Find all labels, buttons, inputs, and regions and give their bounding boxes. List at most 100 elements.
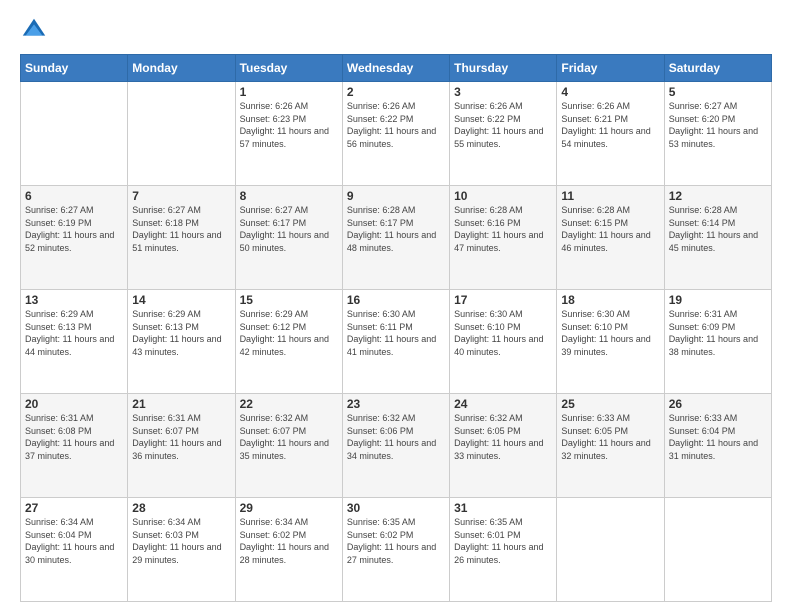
day-number: 5 xyxy=(669,85,767,99)
day-of-week-header: Saturday xyxy=(664,55,771,82)
calendar-week-row: 1Sunrise: 6:26 AMSunset: 6:23 PMDaylight… xyxy=(21,82,772,186)
day-number: 30 xyxy=(347,501,445,515)
calendar-day-cell xyxy=(21,82,128,186)
day-number: 24 xyxy=(454,397,552,411)
calendar-day-cell: 16Sunrise: 6:30 AMSunset: 6:11 PMDayligh… xyxy=(342,290,449,394)
day-info: Sunrise: 6:28 AMSunset: 6:17 PMDaylight:… xyxy=(347,204,445,254)
logo xyxy=(20,16,52,44)
day-of-week-header: Tuesday xyxy=(235,55,342,82)
day-number: 12 xyxy=(669,189,767,203)
calendar-day-cell: 24Sunrise: 6:32 AMSunset: 6:05 PMDayligh… xyxy=(450,394,557,498)
day-info: Sunrise: 6:30 AMSunset: 6:10 PMDaylight:… xyxy=(454,308,552,358)
calendar-day-cell xyxy=(664,498,771,602)
calendar-day-cell: 2Sunrise: 6:26 AMSunset: 6:22 PMDaylight… xyxy=(342,82,449,186)
logo-icon xyxy=(20,16,48,44)
day-info: Sunrise: 6:32 AMSunset: 6:06 PMDaylight:… xyxy=(347,412,445,462)
day-of-week-header: Sunday xyxy=(21,55,128,82)
day-info: Sunrise: 6:30 AMSunset: 6:11 PMDaylight:… xyxy=(347,308,445,358)
calendar-day-cell: 15Sunrise: 6:29 AMSunset: 6:12 PMDayligh… xyxy=(235,290,342,394)
day-number: 13 xyxy=(25,293,123,307)
day-info: Sunrise: 6:27 AMSunset: 6:17 PMDaylight:… xyxy=(240,204,338,254)
calendar-day-cell: 29Sunrise: 6:34 AMSunset: 6:02 PMDayligh… xyxy=(235,498,342,602)
day-info: Sunrise: 6:35 AMSunset: 6:02 PMDaylight:… xyxy=(347,516,445,566)
day-info: Sunrise: 6:26 AMSunset: 6:21 PMDaylight:… xyxy=(561,100,659,150)
calendar-day-cell: 27Sunrise: 6:34 AMSunset: 6:04 PMDayligh… xyxy=(21,498,128,602)
calendar-week-row: 27Sunrise: 6:34 AMSunset: 6:04 PMDayligh… xyxy=(21,498,772,602)
calendar-day-cell: 5Sunrise: 6:27 AMSunset: 6:20 PMDaylight… xyxy=(664,82,771,186)
day-number: 17 xyxy=(454,293,552,307)
calendar-day-cell: 21Sunrise: 6:31 AMSunset: 6:07 PMDayligh… xyxy=(128,394,235,498)
day-info: Sunrise: 6:31 AMSunset: 6:08 PMDaylight:… xyxy=(25,412,123,462)
calendar-day-cell: 1Sunrise: 6:26 AMSunset: 6:23 PMDaylight… xyxy=(235,82,342,186)
day-of-week-header: Thursday xyxy=(450,55,557,82)
calendar-day-cell: 18Sunrise: 6:30 AMSunset: 6:10 PMDayligh… xyxy=(557,290,664,394)
calendar-day-cell: 7Sunrise: 6:27 AMSunset: 6:18 PMDaylight… xyxy=(128,186,235,290)
day-info: Sunrise: 6:34 AMSunset: 6:02 PMDaylight:… xyxy=(240,516,338,566)
day-info: Sunrise: 6:33 AMSunset: 6:05 PMDaylight:… xyxy=(561,412,659,462)
day-info: Sunrise: 6:26 AMSunset: 6:23 PMDaylight:… xyxy=(240,100,338,150)
calendar-day-cell: 25Sunrise: 6:33 AMSunset: 6:05 PMDayligh… xyxy=(557,394,664,498)
header xyxy=(20,16,772,44)
day-number: 16 xyxy=(347,293,445,307)
calendar-day-cell: 10Sunrise: 6:28 AMSunset: 6:16 PMDayligh… xyxy=(450,186,557,290)
day-number: 21 xyxy=(132,397,230,411)
day-number: 4 xyxy=(561,85,659,99)
calendar-day-cell: 3Sunrise: 6:26 AMSunset: 6:22 PMDaylight… xyxy=(450,82,557,186)
calendar-day-cell: 26Sunrise: 6:33 AMSunset: 6:04 PMDayligh… xyxy=(664,394,771,498)
day-info: Sunrise: 6:26 AMSunset: 6:22 PMDaylight:… xyxy=(454,100,552,150)
day-info: Sunrise: 6:26 AMSunset: 6:22 PMDaylight:… xyxy=(347,100,445,150)
calendar-day-cell: 30Sunrise: 6:35 AMSunset: 6:02 PMDayligh… xyxy=(342,498,449,602)
calendar-day-cell: 31Sunrise: 6:35 AMSunset: 6:01 PMDayligh… xyxy=(450,498,557,602)
calendar-day-cell: 22Sunrise: 6:32 AMSunset: 6:07 PMDayligh… xyxy=(235,394,342,498)
calendar-day-cell: 8Sunrise: 6:27 AMSunset: 6:17 PMDaylight… xyxy=(235,186,342,290)
day-number: 28 xyxy=(132,501,230,515)
day-number: 6 xyxy=(25,189,123,203)
day-info: Sunrise: 6:32 AMSunset: 6:07 PMDaylight:… xyxy=(240,412,338,462)
day-info: Sunrise: 6:28 AMSunset: 6:16 PMDaylight:… xyxy=(454,204,552,254)
calendar-day-cell xyxy=(128,82,235,186)
day-number: 2 xyxy=(347,85,445,99)
day-number: 18 xyxy=(561,293,659,307)
day-of-week-header: Friday xyxy=(557,55,664,82)
day-number: 14 xyxy=(132,293,230,307)
day-info: Sunrise: 6:30 AMSunset: 6:10 PMDaylight:… xyxy=(561,308,659,358)
calendar-day-cell: 13Sunrise: 6:29 AMSunset: 6:13 PMDayligh… xyxy=(21,290,128,394)
calendar-day-cell: 4Sunrise: 6:26 AMSunset: 6:21 PMDaylight… xyxy=(557,82,664,186)
day-number: 29 xyxy=(240,501,338,515)
day-number: 19 xyxy=(669,293,767,307)
calendar-day-cell: 14Sunrise: 6:29 AMSunset: 6:13 PMDayligh… xyxy=(128,290,235,394)
calendar-day-cell: 23Sunrise: 6:32 AMSunset: 6:06 PMDayligh… xyxy=(342,394,449,498)
page: SundayMondayTuesdayWednesdayThursdayFrid… xyxy=(0,0,792,612)
day-number: 20 xyxy=(25,397,123,411)
day-number: 1 xyxy=(240,85,338,99)
day-info: Sunrise: 6:27 AMSunset: 6:19 PMDaylight:… xyxy=(25,204,123,254)
day-info: Sunrise: 6:28 AMSunset: 6:14 PMDaylight:… xyxy=(669,204,767,254)
day-info: Sunrise: 6:27 AMSunset: 6:18 PMDaylight:… xyxy=(132,204,230,254)
calendar-week-row: 6Sunrise: 6:27 AMSunset: 6:19 PMDaylight… xyxy=(21,186,772,290)
calendar-day-cell: 11Sunrise: 6:28 AMSunset: 6:15 PMDayligh… xyxy=(557,186,664,290)
day-info: Sunrise: 6:27 AMSunset: 6:20 PMDaylight:… xyxy=(669,100,767,150)
day-info: Sunrise: 6:31 AMSunset: 6:09 PMDaylight:… xyxy=(669,308,767,358)
day-info: Sunrise: 6:28 AMSunset: 6:15 PMDaylight:… xyxy=(561,204,659,254)
calendar-header-row: SundayMondayTuesdayWednesdayThursdayFrid… xyxy=(21,55,772,82)
calendar-day-cell: 20Sunrise: 6:31 AMSunset: 6:08 PMDayligh… xyxy=(21,394,128,498)
calendar-day-cell: 6Sunrise: 6:27 AMSunset: 6:19 PMDaylight… xyxy=(21,186,128,290)
day-number: 31 xyxy=(454,501,552,515)
day-number: 22 xyxy=(240,397,338,411)
calendar-day-cell: 9Sunrise: 6:28 AMSunset: 6:17 PMDaylight… xyxy=(342,186,449,290)
day-number: 15 xyxy=(240,293,338,307)
calendar-week-row: 13Sunrise: 6:29 AMSunset: 6:13 PMDayligh… xyxy=(21,290,772,394)
day-number: 3 xyxy=(454,85,552,99)
day-number: 9 xyxy=(347,189,445,203)
calendar-table: SundayMondayTuesdayWednesdayThursdayFrid… xyxy=(20,54,772,602)
day-number: 11 xyxy=(561,189,659,203)
day-info: Sunrise: 6:34 AMSunset: 6:04 PMDaylight:… xyxy=(25,516,123,566)
day-info: Sunrise: 6:29 AMSunset: 6:12 PMDaylight:… xyxy=(240,308,338,358)
calendar-day-cell: 19Sunrise: 6:31 AMSunset: 6:09 PMDayligh… xyxy=(664,290,771,394)
day-info: Sunrise: 6:33 AMSunset: 6:04 PMDaylight:… xyxy=(669,412,767,462)
day-number: 8 xyxy=(240,189,338,203)
calendar-day-cell xyxy=(557,498,664,602)
day-of-week-header: Wednesday xyxy=(342,55,449,82)
day-info: Sunrise: 6:29 AMSunset: 6:13 PMDaylight:… xyxy=(25,308,123,358)
day-number: 26 xyxy=(669,397,767,411)
